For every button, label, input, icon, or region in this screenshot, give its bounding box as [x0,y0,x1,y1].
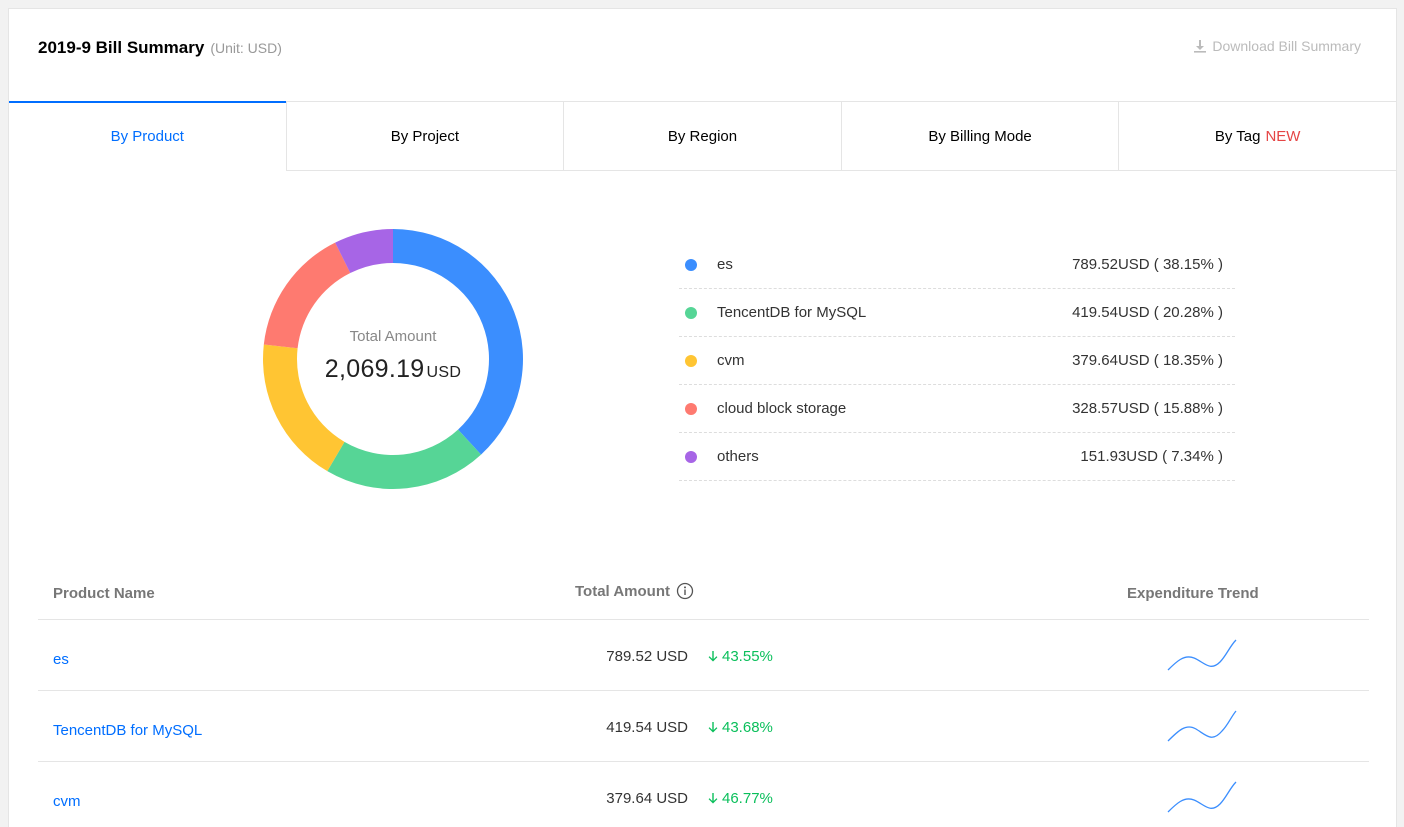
product-table: Product Name Total Amount Expenditure Tr… [38,565,1369,827]
donut-total-value: 2,069.19 USD [325,355,461,384]
table-header: Product Name Total Amount Expenditure Tr… [38,565,1369,620]
arrow-down-icon [708,792,718,803]
legend-value: 789.52USD ( 38.15% ) [1072,256,1223,273]
legend-item: cloud block storage 328.57USD ( 15.88% ) [679,385,1235,433]
tab-by-product[interactable]: By Product [9,101,286,171]
change-percent: 46.77% [722,790,773,807]
legend-item: cvm 379.64USD ( 18.35% ) [679,337,1235,385]
change-value: 43.68% [708,719,773,736]
legend-dot [685,402,697,415]
table-row: TencentDB for MySQL 419.54 USD 43.68% [38,691,1369,762]
bill-summary-card: 2019-9 Bill Summary (Unit: USD) Download … [8,8,1397,827]
amount-cell: 379.64 USD 46.77% [598,790,838,807]
tab-label: By Billing Mode [928,127,1032,145]
donut-total-number: 2,069.19 [324,355,425,383]
legend-name: cloud block storage [717,400,847,417]
amount-value: 789.52 USD [606,648,688,665]
legend-name: es [717,256,733,273]
new-badge: NEW [1265,127,1301,145]
tab-by-project[interactable]: By Project [285,101,564,171]
donut-total-label: Total Amount [349,328,437,345]
page-title: 2019-9 Bill Summary (Unit: USD) [38,38,282,58]
tab-by-tag[interactable]: By Tag NEW [1118,101,1396,171]
donut-chart: Total Amount 2,069.19 USD [261,227,525,491]
amount-value: 419.54 USD [606,719,688,736]
arrow-down-icon [708,650,718,661]
tab-label: By Project [390,127,460,145]
change-percent: 43.68% [722,719,773,736]
change-percent: 43.55% [722,648,773,665]
legend-dot [685,306,697,319]
legend-value: 328.57USD ( 15.88% ) [1072,400,1223,417]
download-label: Download Bill Summary [1212,38,1361,54]
legend-name: cvm [717,352,745,369]
legend-value: 151.93USD ( 7.34% ) [1080,448,1223,465]
product-name-link[interactable]: TencentDB for MySQL [53,722,202,739]
tab-label: By Tag [1214,127,1261,145]
product-name-link[interactable]: es [53,651,69,668]
donut-total-unit: USD [426,364,462,381]
trend-sparkline[interactable] [1166,636,1238,676]
info-icon[interactable] [676,582,694,600]
tab-label: By Product [110,128,184,145]
legend-item: others 151.93USD ( 7.34% ) [679,433,1235,481]
page-title-text: 2019-9 Bill Summary [38,38,205,57]
legend-dot [685,354,697,367]
tab-label: By Region [667,127,738,145]
download-icon [1194,40,1207,53]
donut-center: Total Amount 2,069.19 USD [261,227,525,491]
change-value: 46.77% [708,790,773,807]
amount-cell: 419.54 USD 43.68% [598,719,838,736]
change-value: 43.55% [708,648,773,665]
column-header-expenditure-trend: Expenditure Trend [1127,585,1259,602]
legend-name: others [717,448,759,465]
legend-item: es 789.52USD ( 38.15% ) [679,241,1235,289]
legend-dot [685,258,697,271]
legend-value: 379.64USD ( 18.35% ) [1072,352,1223,369]
tab-by-region[interactable]: By Region [563,101,841,171]
product-name-link[interactable]: cvm [53,793,81,810]
column-header-total-amount: Total Amount [575,582,694,600]
legend-name: TencentDB for MySQL [717,304,867,321]
table-row: cvm 379.64 USD 46.77% [38,762,1369,827]
legend-item: TencentDB for MySQL 419.54USD ( 20.28% ) [679,289,1235,337]
trend-sparkline[interactable] [1166,707,1238,747]
column-header-total-amount-label: Total Amount [575,582,670,600]
tab-by-billing-mode[interactable]: By Billing Mode [840,101,1119,171]
amount-value: 379.64 USD [606,790,688,807]
legend-dot [685,450,697,463]
arrow-down-icon [708,721,718,732]
table-row: es 789.52 USD 43.55% [38,620,1369,691]
download-bill-summary-button[interactable]: Download Bill Summary [1193,38,1361,54]
column-header-product-name: Product Name [53,585,155,602]
unit-label: (Unit: USD) [210,40,282,56]
amount-cell: 789.52 USD 43.55% [598,648,838,665]
trend-sparkline[interactable] [1166,778,1238,818]
tab-bar: By Product By Project By Region By Billi… [9,101,1396,171]
chart-legend: es 789.52USD ( 38.15% ) TencentDB for My… [679,241,1235,481]
card-header: 2019-9 Bill Summary (Unit: USD) Download … [9,9,1396,101]
legend-value: 419.54USD ( 20.28% ) [1072,304,1223,321]
